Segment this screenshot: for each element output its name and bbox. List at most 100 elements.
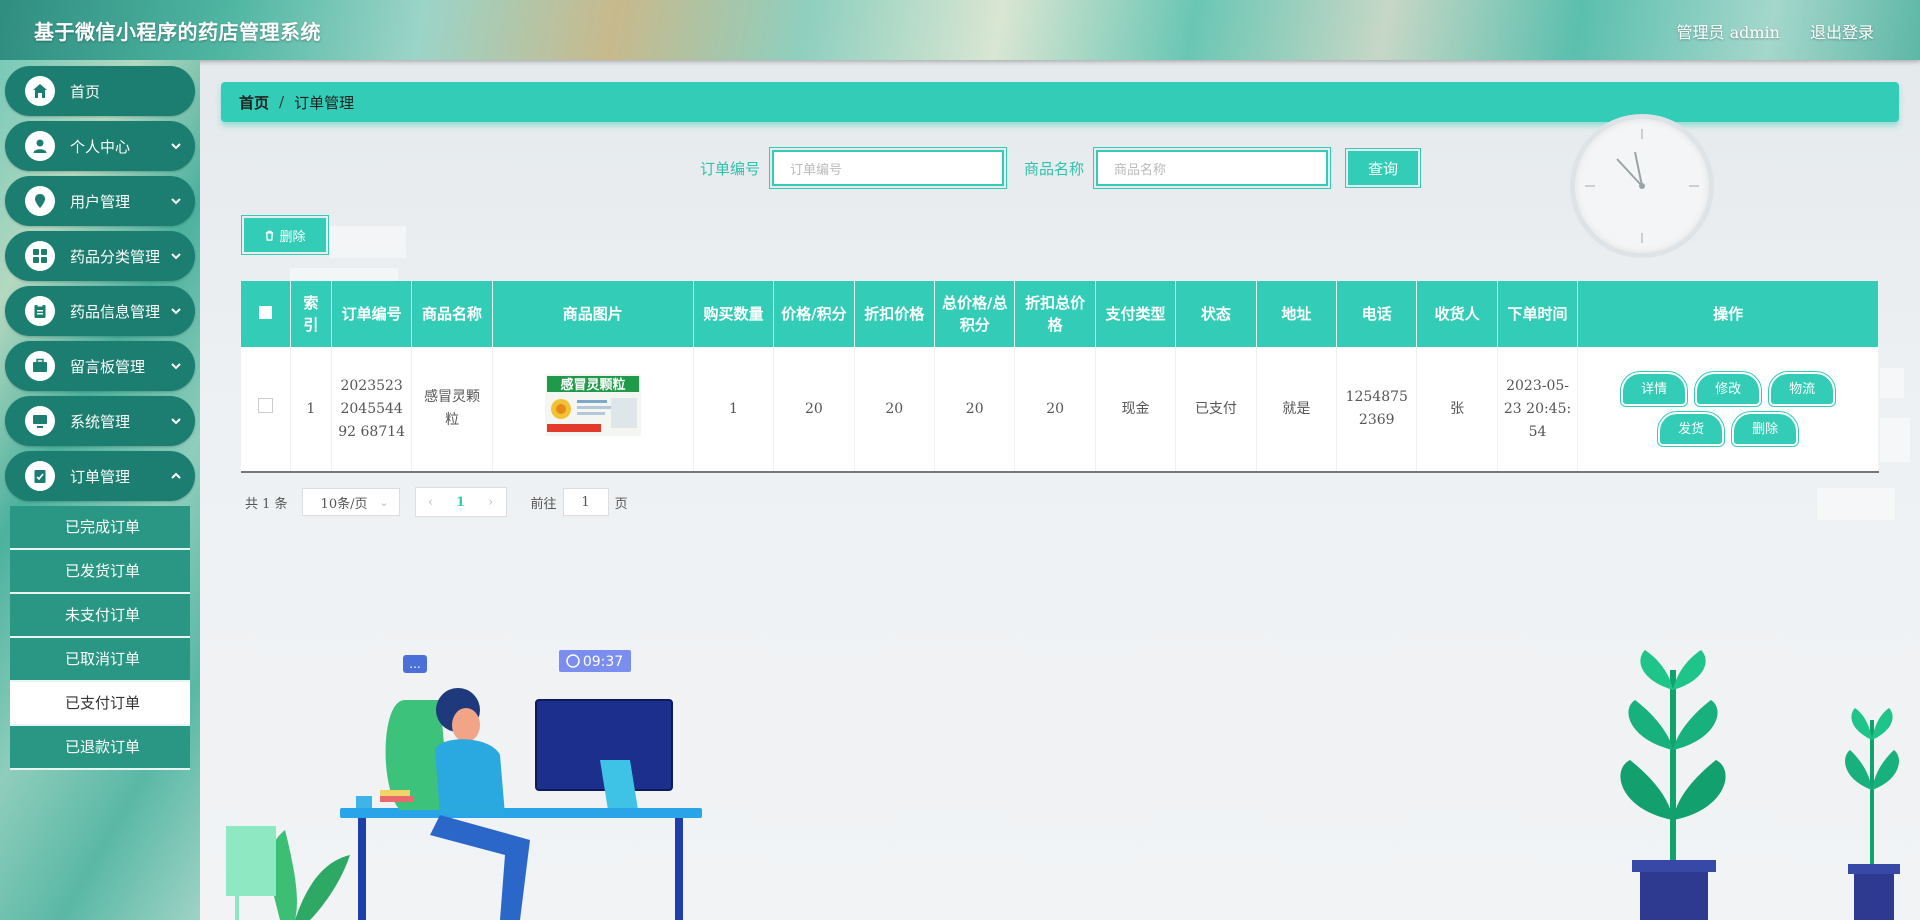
breadcrumb-separator: / <box>279 93 285 111</box>
column-header: 收货人 <box>1416 281 1498 347</box>
product-image: 感冒灵颗粒 <box>544 374 641 436</box>
page-size-value: 10条/页 <box>320 496 368 512</box>
prev-page-icon[interactable]: ‹ <box>416 495 446 510</box>
goto-prefix: 前往 <box>530 496 557 512</box>
sidebar-item-label: 留言板管理 <box>70 357 146 376</box>
goto-suffix: 页 <box>614 496 628 512</box>
sidebar-item-label: 药品分类管理 <box>70 247 161 266</box>
app-title: 基于微信小程序的药店管理系统 <box>34 20 321 44</box>
product-name-label: 商品名称 <box>1024 159 1085 178</box>
office-illustration: ... 09:37 <box>226 650 702 920</box>
current-user-label: 管理员 admin <box>1676 23 1780 42</box>
briefcase-icon <box>25 351 55 381</box>
sidebar-item-drug-category[interactable]: 药品分类管理 <box>5 231 195 281</box>
page-nav: ‹ 1 › <box>414 487 507 517</box>
chevron-down-icon <box>169 249 183 263</box>
detail-button[interactable]: 详情 <box>1620 371 1689 407</box>
column-header: 下单时间 <box>1497 281 1579 347</box>
ghost-block <box>1817 488 1895 520</box>
query-button[interactable]: 查询 <box>1345 148 1422 188</box>
submenu-completed-orders[interactable]: 已完成订单 <box>10 506 190 550</box>
sidebar-item-message-board[interactable]: 留言板管理 <box>5 341 195 391</box>
sidebar-item-profile[interactable]: 个人中心 <box>5 121 195 171</box>
top-header: 基于微信小程序的药店管理系统 管理员 admin 退出登录 <box>0 0 1920 60</box>
sidebar-item-label: 订单管理 <box>70 467 131 486</box>
column-header: 支付类型 <box>1095 281 1177 347</box>
sidebar-item-users[interactable]: 用户管理 <box>5 176 195 226</box>
column-header: 操作 <box>1577 281 1879 347</box>
row-actions: 详情 修改 物流 发货 删除 <box>1620 371 1837 447</box>
location-icon <box>25 186 55 216</box>
row-checkbox[interactable] <box>257 397 273 413</box>
breadcrumb-home[interactable]: 首页 <box>239 92 269 113</box>
cell-product-image: 感冒灵颗粒 <box>492 347 694 473</box>
chevron-down-icon: ⌄ <box>379 495 389 509</box>
row-select-cell <box>241 347 291 473</box>
chevron-down-icon <box>169 359 183 373</box>
current-page-number[interactable]: 1 <box>446 495 476 510</box>
submenu-unpaid-orders[interactable]: 未支付订单 <box>10 594 190 638</box>
grid-icon <box>25 241 55 271</box>
goto-page-input[interactable]: 1 <box>562 488 609 516</box>
select-all-checkbox[interactable] <box>258 306 272 319</box>
column-header: 商品名称 <box>411 281 493 347</box>
order-no-input[interactable]: 订单编号 <box>769 147 1008 189</box>
cell-order-time: 2023-05-23 20:45:54 <box>1497 347 1579 473</box>
chevron-down-icon <box>169 414 183 428</box>
order-icon <box>25 461 55 491</box>
cell-address: 就是 <box>1256 347 1338 473</box>
orders-submenu: 已完成订单 已发货订单 未支付订单 已取消订单 已支付订单 已退款订单 <box>10 506 190 770</box>
cell-receiver: 张 <box>1416 347 1498 473</box>
cell-status: 已支付 <box>1175 347 1257 473</box>
cell-discount-total: 20 <box>1014 347 1096 473</box>
batch-delete-button[interactable]: 删除 <box>241 215 329 255</box>
plants-illustration <box>1620 650 1900 920</box>
time-badge-text: 09:37 <box>583 654 623 670</box>
ship-button[interactable]: 发货 <box>1657 411 1726 447</box>
table-row: 1 2023523204554492 68714 感冒灵颗粒 感冒灵颗粒 1 2… <box>241 347 1879 473</box>
sidebar-item-label: 首页 <box>70 82 101 101</box>
submenu-shipped-orders[interactable]: 已发货订单 <box>10 550 190 594</box>
submenu-paid-orders[interactable]: 已支付订单 <box>10 682 190 726</box>
cell-order-no: 2023523204554492 68714 <box>331 347 413 473</box>
cell-pay-type: 现金 <box>1095 347 1177 473</box>
sidebar-item-drug-info[interactable]: 药品信息管理 <box>5 286 195 336</box>
column-header: 购买数量 <box>693 281 775 347</box>
orders-table: 索引 订单编号 商品名称 商品图片 购买数量 价格/积分 折扣价格 总价格/总积… <box>241 281 1879 473</box>
delete-row-button[interactable]: 删除 <box>1731 411 1800 447</box>
cell-total-price: 20 <box>934 347 1016 473</box>
cell-phone: 12548752369 <box>1336 347 1418 473</box>
home-icon <box>25 76 55 106</box>
edit-button[interactable]: 修改 <box>1694 371 1763 407</box>
chat-bubble-text: ... <box>409 657 420 671</box>
wall-clock-decoration <box>1570 114 1714 258</box>
sidebar-item-label: 用户管理 <box>70 192 131 211</box>
column-header: 折扣总价格 <box>1014 281 1096 347</box>
order-no-label: 订单编号 <box>700 159 761 178</box>
logistics-button[interactable]: 物流 <box>1768 371 1837 407</box>
sidebar-item-label: 个人中心 <box>70 137 131 156</box>
pagination: 共 1 条 10条/页 ⌄ ‹ 1 › 前往 1 页 <box>245 487 628 517</box>
logout-link[interactable]: 退出登录 <box>1810 19 1874 43</box>
next-page-icon[interactable]: › <box>476 495 506 510</box>
select-all-header[interactable] <box>241 281 291 347</box>
page-size-select[interactable]: 10条/页 ⌄ <box>301 488 400 516</box>
sidebar-item-system[interactable]: 系统管理 <box>5 396 195 446</box>
sidebar-item-orders[interactable]: 订单管理 <box>5 451 195 501</box>
cell-discount-price: 20 <box>854 347 936 473</box>
sidebar-item-home[interactable]: 首页 <box>5 66 195 116</box>
column-header: 商品图片 <box>492 281 694 347</box>
submenu-cancelled-orders[interactable]: 已取消订单 <box>10 638 190 682</box>
cell-index: 1 <box>290 347 332 473</box>
product-image-text: 感冒灵颗粒 <box>560 377 625 393</box>
ghost-block <box>330 226 406 258</box>
submenu-refunded-orders[interactable]: 已退款订单 <box>10 726 190 770</box>
column-header: 电话 <box>1336 281 1418 347</box>
column-header: 折扣价格 <box>854 281 936 347</box>
sidebar: 首页 个人中心 用户管理 药品分类管理 药品信息管理 留言板管理 系统管理 订单… <box>0 60 200 920</box>
product-name-input[interactable]: 商品名称 <box>1093 147 1332 189</box>
cell-product-name: 感冒灵颗粒 <box>411 347 493 473</box>
column-header: 总价格/总积分 <box>934 281 1016 347</box>
column-header: 索引 <box>290 281 332 347</box>
chevron-down-icon <box>169 304 183 318</box>
